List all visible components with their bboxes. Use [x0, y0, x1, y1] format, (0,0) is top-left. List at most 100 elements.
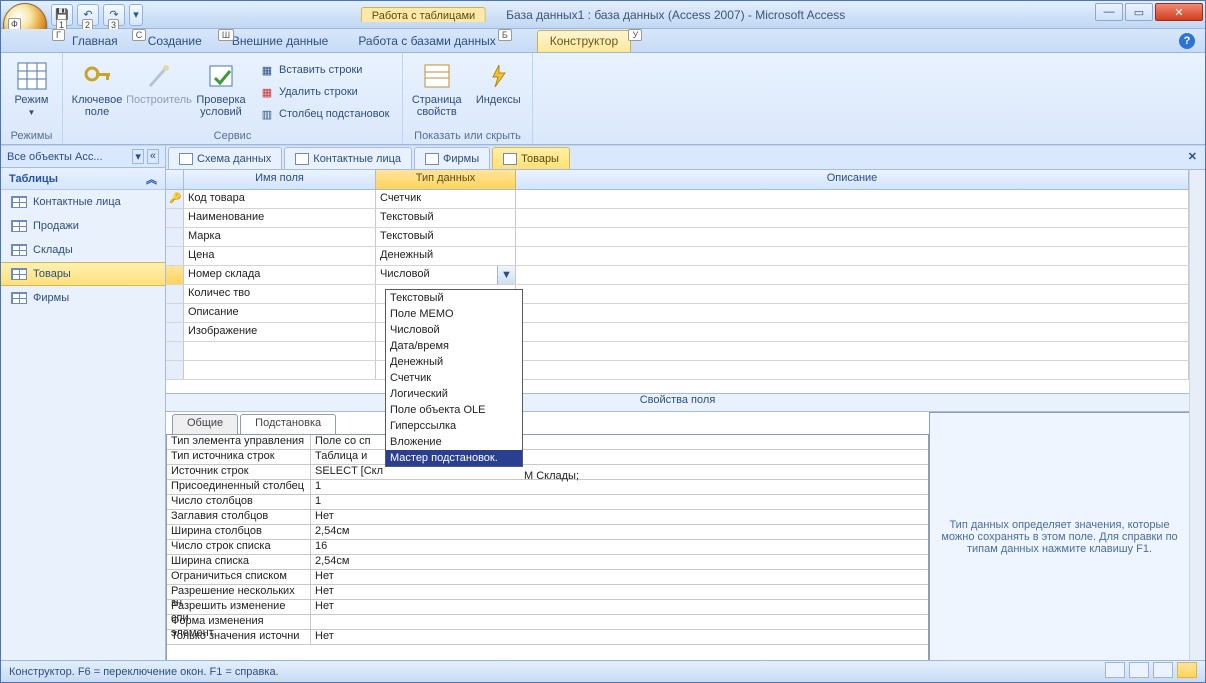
dropdown-item[interactable]: Счетчик: [386, 370, 522, 386]
property-row[interactable]: Тип источника строкТаблица и: [167, 450, 928, 465]
nav-header[interactable]: Все объекты Acc... ▾ «: [1, 146, 165, 168]
field-name-cell[interactable]: Наименование: [184, 209, 376, 227]
nav-group-tables[interactable]: Таблицы ︽: [1, 168, 165, 190]
design-row-empty[interactable]: [166, 361, 1189, 380]
tab-home[interactable]: ГлавнаяГ: [59, 30, 131, 52]
maximize-button[interactable]: ▭: [1125, 3, 1153, 21]
qat-undo[interactable]: ↶2: [77, 4, 99, 26]
view-pivottable[interactable]: [1129, 662, 1149, 678]
design-row[interactable]: Номер складаЧисловой▼: [166, 266, 1189, 285]
property-row[interactable]: Разрешение нескольких знНет: [167, 585, 928, 600]
property-row[interactable]: Ограничиться спискомНет: [167, 570, 928, 585]
dropdown-item[interactable]: Логический: [386, 386, 522, 402]
property-value[interactable]: Нет: [311, 630, 928, 644]
dropdown-item[interactable]: Дата/время: [386, 338, 522, 354]
property-row[interactable]: Число столбцов1: [167, 495, 928, 510]
field-desc-cell[interactable]: [516, 209, 1189, 227]
qat-save[interactable]: 💾1: [51, 4, 73, 26]
nav-item[interactable]: Склады: [1, 238, 165, 262]
vertical-scrollbar[interactable]: [1189, 170, 1205, 660]
property-sheet-button[interactable]: Страница свойств: [409, 59, 465, 125]
field-desc-cell[interactable]: [516, 190, 1189, 208]
property-value[interactable]: 2,54см: [311, 555, 928, 569]
design-row[interactable]: 🔑Код товараСчетчик: [166, 190, 1189, 209]
design-row[interactable]: Количес тво: [166, 285, 1189, 304]
nav-item[interactable]: Фирмы: [1, 286, 165, 310]
view-datasheet[interactable]: [1105, 662, 1125, 678]
property-row[interactable]: Форма изменения элемент: [167, 615, 928, 630]
close-button[interactable]: ✕: [1155, 3, 1203, 21]
tab-external[interactable]: Внешние данныеШ: [219, 30, 342, 52]
collapse-pane-icon[interactable]: «: [147, 149, 159, 164]
property-row[interactable]: Ширина списка2,54см: [167, 555, 928, 570]
field-type-cell[interactable]: Текстовый: [376, 209, 516, 227]
property-row[interactable]: Заглавия столбцовНет: [167, 510, 928, 525]
dropdown-arrow[interactable]: ▼: [497, 266, 515, 284]
view-design[interactable]: [1177, 662, 1197, 678]
property-row[interactable]: Тип элемента управленияПоле со сп: [167, 435, 928, 450]
row-selector[interactable]: [166, 323, 184, 341]
field-name-cell[interactable]: Цена: [184, 247, 376, 265]
row-selector[interactable]: [166, 247, 184, 265]
field-desc-cell[interactable]: [516, 304, 1189, 322]
dropdown-item[interactable]: Вложение: [386, 434, 522, 450]
lookup-column-button[interactable]: ▥Столбец подстановок: [255, 103, 393, 125]
row-selector[interactable]: [166, 285, 184, 303]
help-button[interactable]: ?: [1179, 33, 1195, 49]
design-row[interactable]: НаименованиеТекстовый: [166, 209, 1189, 228]
row-selector[interactable]: [166, 266, 184, 284]
minimize-button[interactable]: —: [1095, 3, 1123, 21]
doc-tab[interactable]: Товары: [492, 147, 570, 169]
property-value[interactable]: SELECT [Скл: [311, 465, 928, 479]
property-value[interactable]: Нет: [311, 585, 928, 599]
nav-item[interactable]: Продажи: [1, 214, 165, 238]
design-row[interactable]: МаркаТекстовый: [166, 228, 1189, 247]
property-value[interactable]: 1: [311, 495, 928, 509]
view-button[interactable]: Режим ▼: [7, 59, 56, 125]
qat-redo[interactable]: ↷3: [103, 4, 125, 26]
field-name-cell[interactable]: Описание: [184, 304, 376, 322]
col-header-type[interactable]: Тип данных: [376, 170, 516, 189]
insert-rows-button[interactable]: ▦Вставить строки: [255, 59, 393, 81]
dropdown-item[interactable]: Денежный: [386, 354, 522, 370]
data-type-dropdown[interactable]: ТекстовыйПоле МЕМОЧисловойДата/времяДене…: [385, 289, 523, 467]
property-row[interactable]: Число строк списка16: [167, 540, 928, 555]
field-type-cell[interactable]: Счетчик: [376, 190, 516, 208]
property-row[interactable]: Только значения источниНет: [167, 630, 928, 645]
delete-rows-button[interactable]: ▦Удалить строки: [255, 81, 393, 103]
doc-tab[interactable]: Фирмы: [414, 147, 490, 169]
tab-lookup[interactable]: Подстановка: [240, 414, 336, 434]
dropdown-item[interactable]: Числовой: [386, 322, 522, 338]
dropdown-item[interactable]: Поле объекта OLE: [386, 402, 522, 418]
row-selector[interactable]: [166, 304, 184, 322]
doc-tab[interactable]: Контактные лица: [284, 147, 412, 169]
row-selector[interactable]: 🔑: [166, 190, 184, 208]
property-value[interactable]: Нет: [311, 570, 928, 584]
property-row[interactable]: Присоединенный столбец1: [167, 480, 928, 495]
tab-database-tools[interactable]: Работа с базами данныхБ: [345, 30, 508, 52]
field-desc-cell[interactable]: [516, 323, 1189, 341]
test-validation-button[interactable]: Проверка условий: [193, 59, 249, 125]
property-row[interactable]: Ширина столбцов2,54см: [167, 525, 928, 540]
property-value[interactable]: 1: [311, 480, 928, 494]
property-value[interactable]: 2,54см: [311, 525, 928, 539]
property-value[interactable]: Нет: [311, 600, 928, 614]
design-row[interactable]: ЦенаДенежный: [166, 247, 1189, 266]
field-name-cell[interactable]: Марка: [184, 228, 376, 246]
dropdown-item[interactable]: Мастер подстановок.: [386, 450, 522, 466]
design-row[interactable]: Изображение: [166, 323, 1189, 342]
tab-general[interactable]: Общие: [172, 414, 238, 434]
field-desc-cell[interactable]: [516, 228, 1189, 246]
field-type-cell[interactable]: Числовой▼: [376, 266, 516, 284]
property-value[interactable]: Нет: [311, 510, 928, 524]
close-tab-button[interactable]: ✕: [1188, 150, 1197, 163]
field-desc-cell[interactable]: [516, 247, 1189, 265]
view-pivotchart[interactable]: [1153, 662, 1173, 678]
row-selector[interactable]: [166, 228, 184, 246]
dropdown-item[interactable]: Текстовый: [386, 290, 522, 306]
field-type-cell[interactable]: Текстовый: [376, 228, 516, 246]
design-row-empty[interactable]: [166, 342, 1189, 361]
property-value[interactable]: [311, 615, 928, 629]
primary-key-button[interactable]: Ключевое поле: [69, 59, 125, 125]
dropdown-item[interactable]: Гиперссылка: [386, 418, 522, 434]
